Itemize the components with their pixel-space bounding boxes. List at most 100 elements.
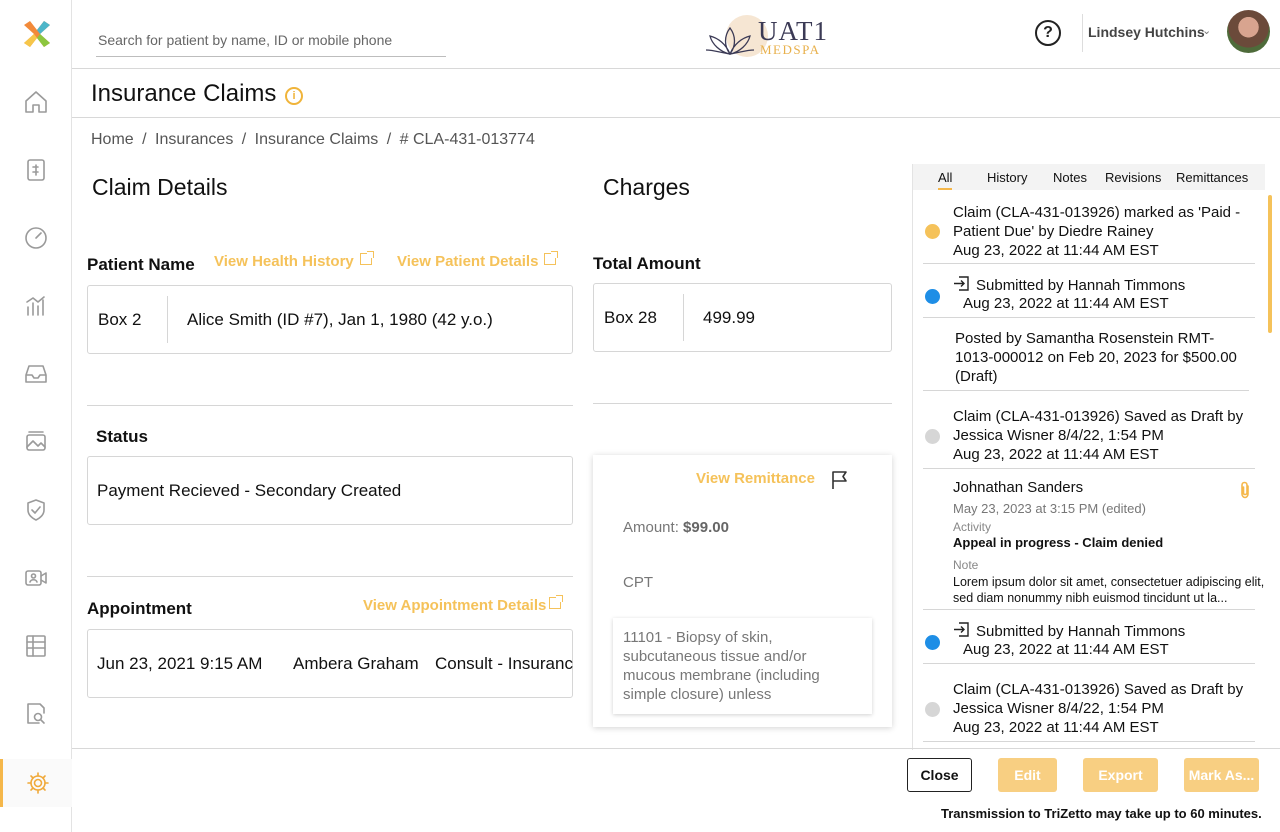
note-body: Lorem ipsum dolor sit amet, consectetuer… <box>953 575 1265 605</box>
activity-panel: All History Notes Revisions Remittances … <box>912 164 1278 750</box>
activity-text-label: Submitted by Hannah Timmons <box>976 277 1186 294</box>
patient-name-value: Alice Smith (ID #7), Jan 1, 1980 (42 y.o… <box>187 309 493 329</box>
search-document-icon <box>27 703 45 724</box>
activity-item[interactable]: Submitted by Hannah Timmons Aug 23, 2022… <box>923 610 1255 664</box>
info-icon[interactable]: i <box>285 87 303 105</box>
settings-icon <box>26 772 49 794</box>
home-icon <box>25 91 47 113</box>
status-value: Payment Recieved - Secondary Created <box>97 480 402 500</box>
tab-revisions[interactable]: Revisions <box>1105 170 1161 185</box>
activity-item[interactable]: Claim (CLA-431-013926) marked as 'Paid -… <box>923 202 1255 264</box>
nav-reports[interactable] <box>0 282 72 330</box>
view-remittance-link[interactable]: View Remittance <box>696 470 815 487</box>
tab-notes[interactable]: Notes <box>1053 170 1087 185</box>
field-separator <box>683 294 684 341</box>
nav-insurance[interactable] <box>0 486 72 534</box>
tab-history[interactable]: History <box>987 170 1027 185</box>
status-dot-grey <box>925 429 940 444</box>
tab-all[interactable]: All <box>938 170 953 190</box>
transmission-note: Transmission to TriZetto may take up to … <box>941 806 1262 821</box>
nav-dashboard[interactable] <box>0 214 72 262</box>
divider <box>593 403 892 404</box>
activity-text: Claim (CLA-431-013926) Saved as Draft by… <box>953 681 1244 717</box>
user-name[interactable]: Lindsey Hutchins <box>1088 24 1205 40</box>
external-link-icon <box>359 251 374 265</box>
breadcrumb: Home / Insurances / Insurance Claims / #… <box>91 131 539 149</box>
remittance-card: View Remittance Amount: $99.00 CPT 11101… <box>593 455 892 727</box>
nav-home[interactable] <box>0 78 72 126</box>
note-date: May 23, 2023 at 3:15 PM (edited) <box>953 501 1146 516</box>
list-icon <box>26 635 46 657</box>
activity-item[interactable]: Claim (CLA-431-013926) Saved as Draft by… <box>923 664 1255 742</box>
nav-telehealth[interactable] <box>0 554 72 602</box>
note-item[interactable]: Johnathan Sanders May 23, 2023 at 3:15 P… <box>923 469 1264 610</box>
view-patient-details-link[interactable]: View Patient Details <box>397 251 559 270</box>
appointment-label: Appointment <box>87 599 192 618</box>
note-activity-value: Appeal in progress - Claim denied <box>953 535 1164 550</box>
view-health-history-label: View Health History <box>214 253 354 270</box>
total-amount-field[interactable]: Box 28 499.99 <box>593 283 892 352</box>
status-dot-orange <box>925 224 940 239</box>
breadcrumb-separator: / <box>241 131 247 148</box>
top-bar: UAT1 MEDSPA ? Lindsey Hutchins ⌄ <box>72 0 1280 69</box>
nav-billing[interactable] <box>0 146 72 194</box>
nav-lists[interactable] <box>0 622 72 670</box>
brand-logo[interactable]: UAT1 MEDSPA <box>704 12 834 60</box>
patient-search-input[interactable] <box>96 24 446 57</box>
view-appointment-details-link[interactable]: View Appointment Details <box>363 595 564 614</box>
appointment-date: Jun 23, 2021 9:15 AM <box>97 653 263 673</box>
edit-button[interactable]: Edit <box>998 758 1057 792</box>
activity-date: Aug 23, 2022 at 11:44 AM EST <box>963 641 1169 658</box>
activity-tabs: All History Notes Revisions Remittances <box>913 164 1265 190</box>
view-health-history-link[interactable]: View Health History <box>214 251 374 270</box>
user-divider <box>1082 14 1083 52</box>
field-separator <box>167 296 168 343</box>
export-button[interactable]: Export <box>1083 758 1158 792</box>
status-label: Status <box>96 427 148 446</box>
appointment-field[interactable]: Jun 23, 2021 9:15 AM Ambera Graham Consu… <box>87 629 573 698</box>
shield-icon <box>27 499 45 521</box>
panel-scrollbar[interactable] <box>1268 195 1272 333</box>
mark-as-button[interactable]: Mark As... <box>1184 758 1259 792</box>
close-button[interactable]: Close <box>907 758 972 792</box>
activity-date: Aug 23, 2022 at 11:44 AM EST <box>953 242 1159 259</box>
breadcrumb-insurance-claims[interactable]: Insurance Claims <box>255 131 379 148</box>
lotus-icon <box>705 26 755 56</box>
paperclip-icon[interactable] <box>1238 481 1252 499</box>
activity-text: Submitted by Hannah Timmons <box>953 275 1185 295</box>
cpt-description: 11101 - Biopsy of skin, subcutaneous tis… <box>613 618 872 714</box>
flag-icon[interactable] <box>830 470 850 490</box>
total-amount-value: 499.99 <box>703 307 755 327</box>
activity-item[interactable]: Posted by Samantha Rosenstein RMT-1013-0… <box>923 318 1249 391</box>
patient-name-field[interactable]: Box 2 Alice Smith (ID #7), Jan 1, 1980 (… <box>87 285 573 354</box>
chevron-down-icon[interactable]: ⌄ <box>1202 24 1211 37</box>
activity-item[interactable]: Submitted by Hannah Timmons Aug 23, 2022… <box>923 264 1255 318</box>
activity-item[interactable]: Claim (CLA-431-013926) Saved as Draft by… <box>923 391 1255 469</box>
help-icon[interactable]: ? <box>1035 20 1061 46</box>
nav-search-records[interactable] <box>0 690 72 738</box>
nav-settings[interactable] <box>0 759 72 807</box>
breadcrumb-home[interactable]: Home <box>91 131 134 148</box>
status-field[interactable]: Payment Recieved - Secondary Created <box>87 456 573 525</box>
brand-subtitle: MEDSPA <box>760 42 821 57</box>
note-author: Johnathan Sanders <box>953 479 1084 496</box>
activity-text-label: Submitted by Hannah Timmons <box>976 623 1186 640</box>
activity-text: Claim (CLA-431-013926) Saved as Draft by… <box>953 408 1244 444</box>
status-dot-blue <box>925 635 940 650</box>
status-dot-grey <box>925 702 940 717</box>
breadcrumb-claim-id: # CLA-431-013774 <box>399 131 535 148</box>
status-dot-blue <box>925 289 940 304</box>
breadcrumb-insurances[interactable]: Insurances <box>155 131 233 148</box>
footer-divider <box>72 748 1280 749</box>
activity-date: Aug 23, 2022 at 11:44 AM EST <box>963 295 1169 312</box>
nav-gallery[interactable] <box>0 418 72 466</box>
nav-inbox[interactable] <box>0 350 72 398</box>
activity-text: Posted by Samantha Rosenstein RMT-1013-0… <box>955 330 1237 385</box>
claim-details-title: Claim Details <box>92 174 228 200</box>
app-logo-icon[interactable] <box>20 17 54 51</box>
view-patient-details-label: View Patient Details <box>397 253 539 270</box>
activity-date: Aug 23, 2022 at 11:44 AM EST <box>953 446 1159 463</box>
breadcrumb-separator: / <box>142 131 147 148</box>
avatar[interactable] <box>1227 10 1270 53</box>
tab-remittances[interactable]: Remittances <box>1176 170 1248 185</box>
